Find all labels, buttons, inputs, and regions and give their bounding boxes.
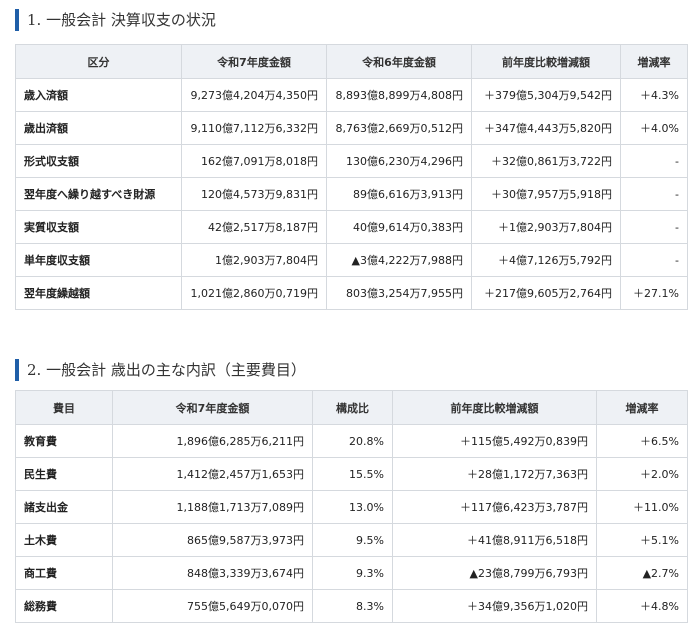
table-cell: ＋4.3% bbox=[620, 78, 688, 112]
section1-title: 1. 一般会計 決算収支の状況 bbox=[15, 9, 216, 31]
column-header: 前年度比較増減額 bbox=[392, 390, 597, 425]
row-label: 諸支出金 bbox=[15, 490, 113, 524]
table-cell: 9.5% bbox=[312, 523, 393, 557]
table-cell: ＋115億5,492万0,839円 bbox=[392, 424, 597, 458]
table-cell: ＋117億6,423万3,787円 bbox=[392, 490, 597, 524]
table-cell: 9,273億4,204万4,350円 bbox=[181, 78, 327, 112]
table-row: 土木費 865億9,587万3,973円 9.5% ＋41億8,911万6,518円＋… bbox=[15, 523, 688, 557]
table-cell: ＋28億1,172万7,363円 bbox=[392, 457, 597, 491]
table-cell: ＋2.0% bbox=[596, 457, 688, 491]
table-cell: - bbox=[620, 210, 688, 244]
column-header: 構成比 bbox=[312, 390, 393, 425]
column-header: 増減率 bbox=[620, 44, 688, 79]
table-row: 単年度収支額 1億2,903万7,804円 ▲3億4,222万7,988円 ＋4億7,… bbox=[15, 243, 688, 277]
table-cell: ▲23億8,799万6,793円 bbox=[392, 556, 597, 590]
table-cell: - bbox=[620, 177, 688, 211]
table-cell: ＋30億7,957万5,918円 bbox=[471, 177, 621, 211]
table-row: 歳出済額 9,110億7,112万6,332円 8,763億2,669万0,512円… bbox=[15, 111, 688, 145]
table-cell: ＋1億2,903万7,804円 bbox=[471, 210, 621, 244]
table-cell: 9.3% bbox=[312, 556, 393, 590]
table-cell: ＋32億0,861万3,722円 bbox=[471, 144, 621, 178]
table-row: 翌年度へ繰り越すべき財源 120億4,573万9,831円 89億6,616万3,9… bbox=[15, 177, 688, 211]
row-label: 教育費 bbox=[15, 424, 113, 458]
table-row: 諸支出金 1,188億1,713万7,089円 13.0% ＋117億6,423万3,… bbox=[15, 490, 688, 524]
column-header: 令和7年度金額 bbox=[181, 44, 327, 79]
table-cell: 162億7,091万8,018円 bbox=[181, 144, 327, 178]
table-row: 総務費 755億5,649万0,070円 8.3% ＋34億9,356万1,020円＋… bbox=[15, 589, 688, 623]
table-cell: 1,412億2,457万1,653円 bbox=[112, 457, 313, 491]
table-cell: ＋4.8% bbox=[596, 589, 688, 623]
table-cell: 1億2,903万7,804円 bbox=[181, 243, 327, 277]
table-cell: 8.3% bbox=[312, 589, 393, 623]
table-row: 民生費 1,412億2,457万1,653円 15.5% ＋28億1,172万7,36… bbox=[15, 457, 688, 491]
table-cell: 848億3,339万3,674円 bbox=[112, 556, 313, 590]
column-header: 増減率 bbox=[596, 390, 688, 425]
column-header: 令和6年度金額 bbox=[326, 44, 472, 79]
table-cell: ＋34億9,356万1,020円 bbox=[392, 589, 597, 623]
table-cell: 865億9,587万3,973円 bbox=[112, 523, 313, 557]
table-cell: ＋41億8,911万6,518円 bbox=[392, 523, 597, 557]
row-label: 商工費 bbox=[15, 556, 113, 590]
table-cell: 13.0% bbox=[312, 490, 393, 524]
column-header: 令和7年度金額 bbox=[112, 390, 313, 425]
settlement-balance-table: 区分 令和7年度金額 令和6年度金額 前年度比較増減額 増減率 歳入済額 9,273億4,2… bbox=[15, 44, 688, 310]
row-label: 翌年度繰越額 bbox=[15, 276, 182, 310]
row-label: 翌年度へ繰り越すべき財源 bbox=[15, 177, 182, 211]
table-row: 商工費 848億3,339万3,674円 9.3% ▲23億8,799万6,793円 ▲… bbox=[15, 556, 688, 590]
row-label: 総務費 bbox=[15, 589, 113, 623]
table-cell: ＋6.5% bbox=[596, 424, 688, 458]
expenditure-breakdown-table: 費目 令和7年度金額 構成比 前年度比較増減額 増減率 教育費 1,896億6,285万6,… bbox=[15, 390, 688, 623]
table-cell: ＋4億7,126万5,792円 bbox=[471, 243, 621, 277]
table-cell: 803億3,254万7,955円 bbox=[326, 276, 472, 310]
table-cell: ＋5.1% bbox=[596, 523, 688, 557]
table-cell: ＋4.0% bbox=[620, 111, 688, 145]
table-cell: ＋347億4,443万5,820円 bbox=[471, 111, 621, 145]
table-cell: 9,110億7,112万6,332円 bbox=[181, 111, 327, 145]
table-row: 実質収支額 42億2,517万8,187円 40億9,614万0,383円 ＋1億2,… bbox=[15, 210, 688, 244]
table-cell: 42億2,517万8,187円 bbox=[181, 210, 327, 244]
table-cell: - bbox=[620, 243, 688, 277]
table-cell: 8,763億2,669万0,512円 bbox=[326, 111, 472, 145]
table-row: 翌年度繰越額 1,021億2,860万0,719円 803億3,254万7,955円… bbox=[15, 276, 688, 310]
row-label: 実質収支額 bbox=[15, 210, 182, 244]
table-header-row: 費目 令和7年度金額 構成比 前年度比較増減額 増減率 bbox=[15, 390, 688, 425]
table-cell: 1,896億6,285万6,211円 bbox=[112, 424, 313, 458]
column-header: 費目 bbox=[15, 390, 113, 425]
table-cell: 120億4,573万9,831円 bbox=[181, 177, 327, 211]
row-label: 土木費 bbox=[15, 523, 113, 557]
row-label: 民生費 bbox=[15, 457, 113, 491]
row-label: 形式収支額 bbox=[15, 144, 182, 178]
table-cell: 89億6,616万3,913円 bbox=[326, 177, 472, 211]
column-header: 前年度比較増減額 bbox=[471, 44, 621, 79]
table-row: 歳入済額 9,273億4,204万4,350円 8,893億8,899万4,808円… bbox=[15, 78, 688, 112]
table-cell: 20.8% bbox=[312, 424, 393, 458]
table-cell: 40億9,614万0,383円 bbox=[326, 210, 472, 244]
table-cell: ＋379億5,304万9,542円 bbox=[471, 78, 621, 112]
row-label: 歳出済額 bbox=[15, 111, 182, 145]
table-header-row: 区分 令和7年度金額 令和6年度金額 前年度比較増減額 増減率 bbox=[15, 44, 688, 79]
table-cell: ＋11.0% bbox=[596, 490, 688, 524]
table-row: 形式収支額 162億7,091万8,018円 130億6,230万4,296円 ＋32… bbox=[15, 144, 688, 178]
section2-title: 2. 一般会計 歳出の主な内訳（主要費目） bbox=[15, 359, 306, 381]
table-cell: - bbox=[620, 144, 688, 178]
table-cell: 755億5,649万0,070円 bbox=[112, 589, 313, 623]
row-label: 単年度収支額 bbox=[15, 243, 182, 277]
table-cell: ▲3億4,222万7,988円 bbox=[326, 243, 472, 277]
table-cell: 1,188億1,713万7,089円 bbox=[112, 490, 313, 524]
table-cell: ＋217億9,605万2,764円 bbox=[471, 276, 621, 310]
table-cell: 8,893億8,899万4,808円 bbox=[326, 78, 472, 112]
table-cell: ▲2.7% bbox=[596, 556, 688, 590]
table-cell: 1,021億2,860万0,719円 bbox=[181, 276, 327, 310]
table-cell: ＋27.1% bbox=[620, 276, 688, 310]
table-cell: 130億6,230万4,296円 bbox=[326, 144, 472, 178]
column-header: 区分 bbox=[15, 44, 182, 79]
table-cell: 15.5% bbox=[312, 457, 393, 491]
table-row: 教育費 1,896億6,285万6,211円 20.8% ＋115億5,492万0,8… bbox=[15, 424, 688, 458]
row-label: 歳入済額 bbox=[15, 78, 182, 112]
